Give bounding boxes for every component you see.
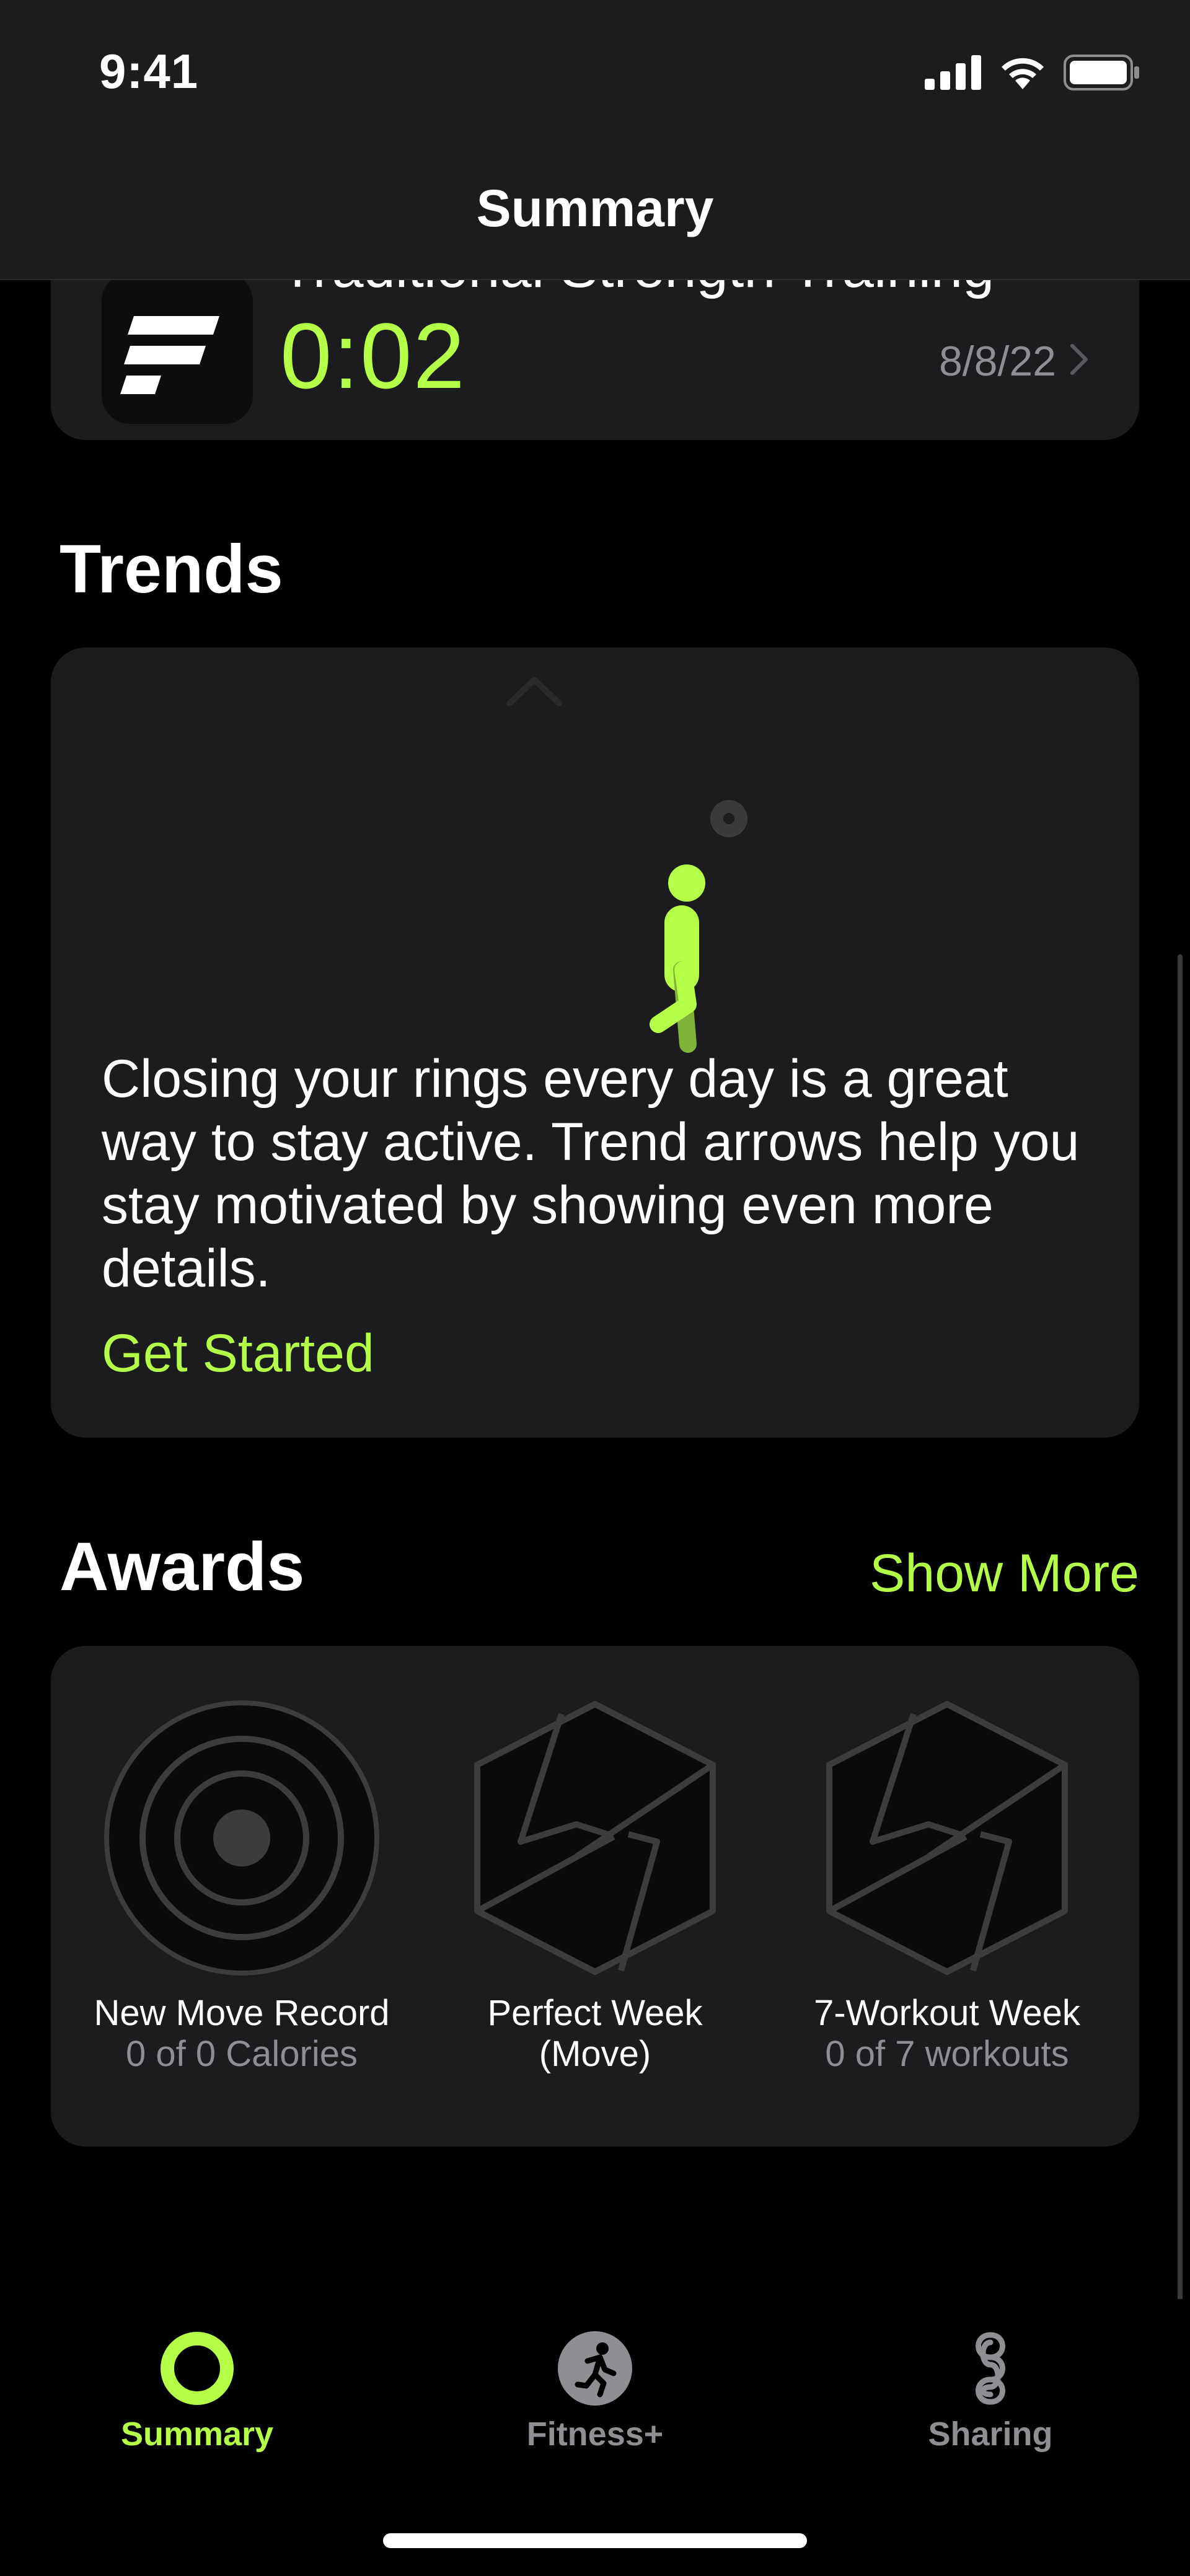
cellular-signal-icon bbox=[925, 55, 982, 93]
awards-card: New Move Record 0 of 0 Calories Perfect … bbox=[51, 1646, 1139, 2147]
home-indicator[interactable] bbox=[383, 2533, 807, 2548]
navigation-header: 9:41 Summary bbox=[0, 0, 1190, 280]
workout-date: 8/8/22 bbox=[938, 338, 1056, 385]
tab-label: Summary bbox=[120, 2416, 274, 2453]
awards-heading: Awards bbox=[60, 1529, 305, 1605]
workout-duration: 0:02 bbox=[280, 304, 466, 408]
trends-description: Closing your rings every day is a great … bbox=[102, 1049, 1080, 1298]
status-time: 9:41 bbox=[99, 44, 199, 99]
workout-date-link[interactable]: 8/8/22 bbox=[939, 337, 1088, 385]
award-name: 7-Workout Week bbox=[814, 1993, 1080, 2033]
concentric-rings-badge-icon bbox=[104, 1700, 379, 1976]
sharing-icon bbox=[976, 2332, 1005, 2405]
chevron-up-icon bbox=[503, 672, 565, 713]
runner-icon bbox=[558, 2331, 632, 2406]
hexagon-bolt-badge-icon bbox=[474, 1701, 716, 1975]
hexagon-bolt-badge-icon bbox=[826, 1701, 1068, 1975]
award-name: Perfect Week bbox=[487, 1993, 703, 2033]
battery-icon bbox=[1064, 55, 1140, 94]
fitness-plus-logo-icon bbox=[102, 273, 253, 424]
award-progress: 0 of 7 workouts bbox=[825, 2034, 1069, 2074]
tab-label: Fitness+ bbox=[526, 2416, 664, 2453]
trends-heading: Trends bbox=[60, 531, 283, 607]
award-item-new-move-record[interactable]: New Move Record 0 of 0 Calories bbox=[68, 1695, 415, 2075]
tab-label: Sharing bbox=[928, 2416, 1053, 2453]
summary-screen: Traditional Strength Training 0:02 8/8/2… bbox=[0, 0, 1190, 2576]
trends-card: Closing your rings every day is a great … bbox=[51, 648, 1139, 1438]
tab-summary[interactable]: Summary bbox=[73, 2330, 321, 2453]
walking-figure-icon bbox=[578, 784, 751, 1060]
award-progress: 0 of 0 Calories bbox=[126, 2034, 358, 2074]
activity-ring-icon bbox=[161, 2332, 234, 2405]
scroll-indicator[interactable] bbox=[1178, 954, 1183, 2305]
chevron-right-icon bbox=[1070, 337, 1088, 385]
tab-fitness-plus[interactable]: Fitness+ bbox=[471, 2330, 719, 2453]
wifi-icon bbox=[998, 55, 1047, 94]
show-more-link[interactable]: Show More bbox=[870, 1543, 1139, 1604]
award-name: New Move Record bbox=[94, 1993, 390, 2033]
tab-sharing[interactable]: Sharing bbox=[866, 2330, 1114, 2453]
award-name-line2: (Move) bbox=[539, 2034, 651, 2074]
status-icons bbox=[925, 55, 1140, 94]
page-title: Summary bbox=[476, 179, 714, 237]
get-started-link[interactable]: Get Started bbox=[102, 1323, 374, 1384]
award-item-7-workout-week[interactable]: 7-Workout Week 0 of 7 workouts bbox=[774, 1695, 1121, 2075]
award-item-perfect-week[interactable]: Perfect Week (Move) bbox=[421, 1695, 769, 2075]
tab-bar: Summary Fitness+ Sharing bbox=[0, 2299, 1190, 2576]
